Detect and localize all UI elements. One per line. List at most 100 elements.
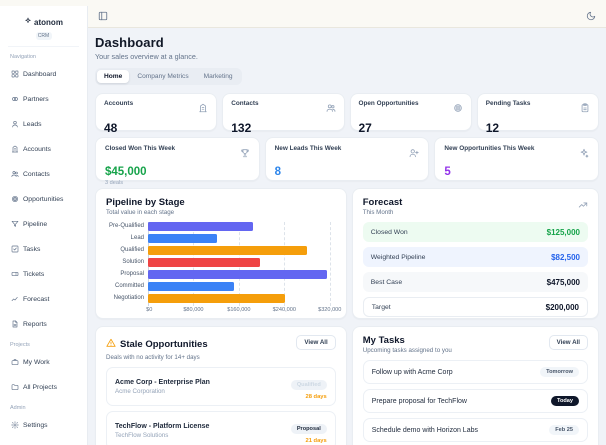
sidebar-item-all-projects[interactable]: All Projects [8,376,79,398]
chart-plot-area: $0 $80,000 $160,000 $240,000 $320,000 [146,222,341,316]
sidebar-item-label: Leads [23,120,42,128]
sidebar-item-label: Dashboard [23,70,57,78]
stale-title: Stale Opportunities [120,338,208,350]
chart-x-tick: $240,000 [272,307,296,313]
sparkle-icon [579,145,589,163]
page-subtitle: Your sales overview at a glance. [95,52,198,61]
tab-home[interactable]: Home [97,70,130,83]
moon-icon [586,9,596,24]
theme-toggle-button[interactable] [586,9,596,24]
sidebar-item-opportunities[interactable]: Opportunities [8,188,79,210]
week-card-value: 5 [444,166,451,178]
user-plus-icon [409,145,419,163]
stale-view-all-button[interactable]: View All [296,335,336,350]
task-name: Prepare proposal for TechFlow [371,397,467,405]
chart-x-axis: $0 $80,000 $160,000 $240,000 $320,000 [146,307,341,316]
stale-days: 21 days [305,438,327,444]
sidebar-item-settings[interactable]: Settings [8,414,79,436]
brand-badge: CRM [35,32,52,40]
stat-label: Accounts [104,100,134,107]
week-card-new-opportunities-this-week: New Opportunities This Week 5 [434,137,600,181]
page-title: Dashboard [95,35,164,50]
brand: atonom CRM [8,10,79,47]
sidebar-item-tickets[interactable]: Tickets [8,263,79,285]
dashboard-icon [11,65,19,83]
sidebar-item-label: Contacts [23,170,50,178]
pipeline-bar-chart: Pre-Qualified Lead Qualified Solution Propos… [106,222,341,316]
stat-value: 27 [358,121,372,135]
stat-card-pending-tasks: Pending Tasks 12 [476,93,599,135]
week-card-value: 8 [274,166,282,178]
stale-opportunities-card: Stale Opportunities Deals with no activi… [95,326,347,445]
sidebar-item-reports[interactable]: Reports [8,313,79,335]
stat-value: 132 [231,121,252,135]
sidebar-item-label: Tasks [23,245,41,253]
forecast-row-closed-won: Closed Won $125,000 [362,222,588,242]
people-icon [326,100,336,118]
task-row[interactable]: Prepare proposal for TechFlow Today [362,389,588,413]
dashboard-content: Dashboard Your sales overview at a glanc… [88,28,606,445]
sidebar-section-label: Projects [10,342,30,348]
forecast-row-value: $475,000 [546,277,580,287]
stat-label: Pending Tasks [485,100,531,107]
task-row[interactable]: Schedule demo with Horizon Labs Feb 25 [362,418,588,442]
brand-name: atonom [34,17,63,27]
sidebar-item-label: Opportunities [23,195,64,203]
stale-items: Acme Corp - Enterprise Plan Acme Corporat… [106,367,336,445]
sidebar-item-pipeline[interactable]: Pipeline [8,213,79,235]
task-due-badge: Today [550,396,579,406]
tab-company-metrics[interactable]: Company Metrics [130,70,195,83]
stats-row: Accounts 48 Contacts 132 Open Opportunities 2… [95,93,599,135]
panel-left-icon [98,9,108,24]
chart-bar-proposal [148,270,328,279]
pipeline-chart-subtitle: Total value in each stage [106,209,175,216]
stat-label: Open Opportunities [358,100,419,107]
sidebar-item-label: Forecast [23,295,50,303]
tab-marketing[interactable]: Marketing [197,70,240,83]
week-card-label: New Leads This Week [274,145,342,152]
my-tasks-card: My Tasks Upcoming tasks assigned to you … [351,326,599,445]
sidebar-item-accounts[interactable]: Accounts [8,138,79,160]
tickets-icon [11,265,19,283]
task-name: Follow up with Acme Corp [371,368,453,376]
chart-category-label: Committed [114,283,144,289]
forecast-row-best-case: Best Case $475,000 [362,272,588,292]
stale-opportunity-row[interactable]: TechFlow - Platform License TechFlow Solu… [106,411,336,445]
forecast-row-target: Target $200,000 [362,297,588,317]
chart-category-label: Proposal [120,271,144,277]
forecast-row-weighted-pipeline: Weighted Pipeline $82,500 [362,247,588,267]
sidebar-item-tasks[interactable]: Tasks [8,238,79,260]
forecast-row-value: $82,500 [551,252,580,262]
stale-opportunity-row[interactable]: Acme Corp - Enterprise Plan Acme Corporat… [106,367,336,406]
sidebar-item-leads[interactable]: Leads [8,113,79,135]
sidebar-item-forecast[interactable]: Forecast [8,288,79,310]
app-body: atonom CRM Navigation Dashboard Partners Le… [0,6,606,445]
sidebar-item-partners[interactable]: Partners [8,88,79,110]
sidebar-item-my-work[interactable]: My Work [8,351,79,373]
sidebar-item-label: Reports [23,320,47,328]
forecast-row-value: $125,000 [546,227,580,237]
sidebar: atonom CRM Navigation Dashboard Partners Le… [0,6,88,445]
sidebar-toggle-button[interactable] [98,9,108,24]
trophy-icon [240,145,250,163]
stat-value: 48 [104,121,118,135]
chart-bar-negotiation [148,294,286,303]
tasks-subtitle: Upcoming tasks assigned to you [362,347,452,354]
sidebar-item-label: Settings [23,421,48,429]
week-card-label: New Opportunities This Week [444,145,535,152]
stale-days: 28 days [305,394,327,400]
contacts-icon [11,165,19,183]
chart-x-tick: $80,000 [183,307,204,313]
opportunity-company: Acme Corporation [115,387,165,395]
tasks-view-all-button[interactable]: View All [548,335,588,350]
forecast-row-label: Closed Won [370,228,408,236]
sidebar-item-dashboard[interactable]: Dashboard [8,63,79,85]
sidebar-section-label: Admin [10,405,26,411]
chart-category-label: Qualified [120,247,144,253]
week-card-value: $45,000 [105,166,147,178]
sidebar-item-label: Accounts [23,145,51,153]
sidebar-item-contacts[interactable]: Contacts [8,163,79,185]
task-row[interactable]: Follow up with Acme Corp Tomorrow [362,360,588,384]
stale-subtitle: Deals with no activity for 14+ days [106,354,200,361]
tasks-icon [11,240,19,258]
